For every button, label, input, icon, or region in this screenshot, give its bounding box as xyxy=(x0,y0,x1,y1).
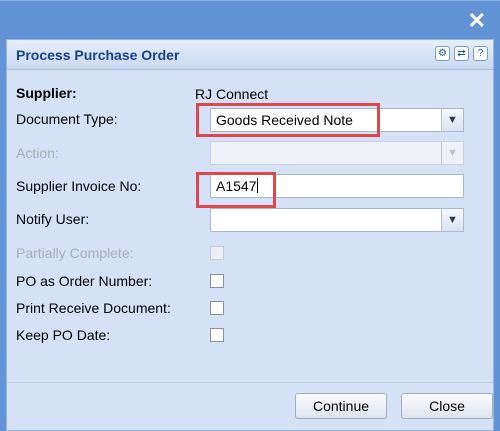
supplier-invoice-label: Supplier Invoice No: xyxy=(16,178,142,194)
help-icon[interactable]: ? xyxy=(473,46,488,61)
document-type-label: Document Type: xyxy=(16,111,118,127)
chevron-down-icon[interactable]: ▼ xyxy=(441,109,463,131)
modal-window: ✕ Process Purchase Order ⚙ ⇄ ? Supplier:… xyxy=(0,0,500,431)
supplier-label: Supplier: xyxy=(16,85,77,101)
supplier-invoice-value: A1547 xyxy=(216,178,257,194)
panel-header: Process Purchase Order ⚙ ⇄ ? xyxy=(7,40,493,70)
po-as-order-label: PO as Order Number: xyxy=(16,273,153,289)
notify-user-select[interactable]: ▼ xyxy=(210,208,464,232)
partially-complete-checkbox xyxy=(210,246,224,260)
print-receive-label: Print Receive Document: xyxy=(16,300,171,316)
chevron-down-icon[interactable]: ▼ xyxy=(441,209,463,231)
continue-button[interactable]: Continue xyxy=(295,393,387,419)
document-type-value: Goods Received Note xyxy=(216,112,353,128)
document-type-select[interactable]: Goods Received Note ▼ xyxy=(210,108,464,132)
supplier-invoice-input[interactable]: A1547 xyxy=(210,174,464,198)
panel-title: Process Purchase Order xyxy=(16,47,180,63)
keep-po-date-label: Keep PO Date: xyxy=(16,327,111,343)
gear-icon[interactable]: ⚙ xyxy=(435,46,450,61)
notify-user-label: Notify User: xyxy=(16,211,90,227)
partially-complete-label: Partially Complete: xyxy=(16,245,134,261)
dialog-footer: Continue Close xyxy=(7,382,493,430)
text-caret xyxy=(257,178,259,193)
action-label: Action: xyxy=(16,145,59,161)
refresh-icon[interactable]: ⇄ xyxy=(454,46,469,61)
process-purchase-order-panel: Process Purchase Order ⚙ ⇄ ? Supplier: R… xyxy=(6,39,494,431)
po-as-order-checkbox[interactable] xyxy=(210,274,224,288)
supplier-value: RJ Connect xyxy=(195,86,269,102)
keep-po-date-checkbox[interactable] xyxy=(210,328,224,342)
close-window-icon[interactable]: ✕ xyxy=(468,7,486,35)
close-button[interactable]: Close xyxy=(401,393,493,419)
action-select: ▼ xyxy=(210,141,464,165)
chevron-down-icon: ▼ xyxy=(441,142,463,164)
print-receive-checkbox[interactable] xyxy=(210,301,224,315)
